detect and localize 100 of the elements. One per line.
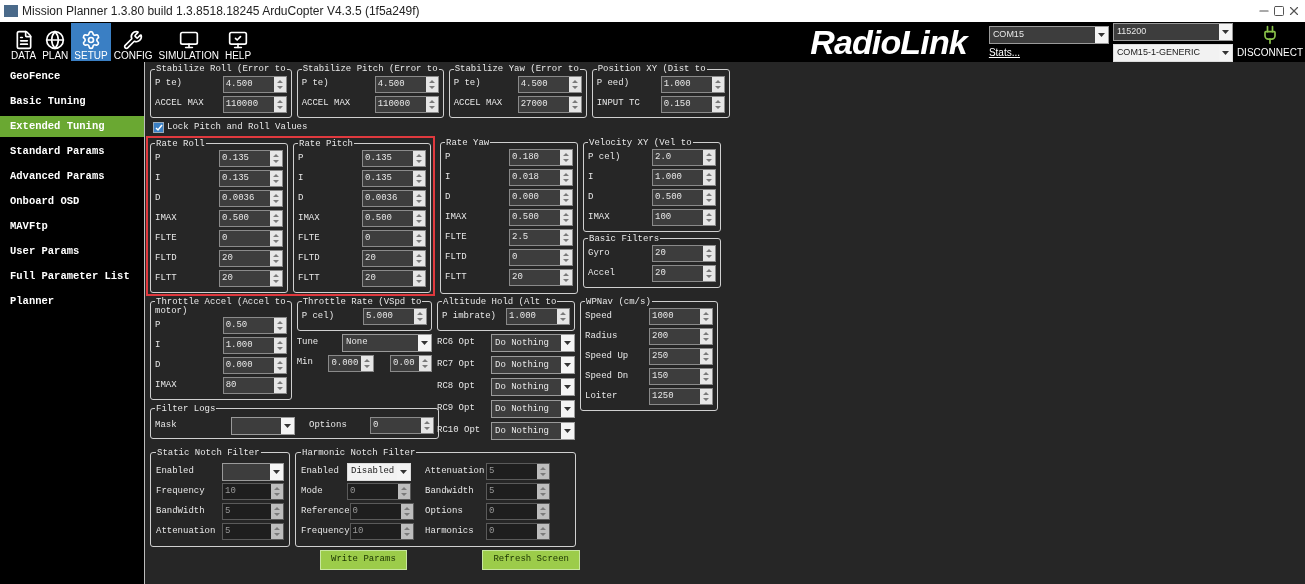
number-field[interactable]: 0.150 [660, 95, 725, 113]
number-field[interactable]: 4.500 [374, 75, 439, 93]
sidebar-item[interactable]: GeoFence [0, 66, 144, 87]
number-field[interactable]: 0.018 [509, 169, 573, 186]
number-field[interactable]: 110000 [374, 95, 439, 113]
number-field[interactable]: 20 [652, 245, 716, 262]
toolbar-tab[interactable]: SIMULATION [155, 23, 222, 61]
disconnect-button[interactable]: DISCONNECT [1236, 24, 1303, 60]
number-field[interactable]: 0 [509, 249, 573, 266]
spin-button[interactable] [425, 96, 438, 112]
number-field[interactable]: 150 [649, 368, 713, 385]
spin-button[interactable] [273, 318, 286, 333]
number-field[interactable]: 5.000 [363, 308, 427, 325]
number-field[interactable]: 0.500 [652, 189, 716, 206]
number-field[interactable]: 20 [219, 250, 283, 267]
dropdown[interactable] [222, 462, 284, 481]
number-field[interactable]: 4.500 [222, 75, 287, 93]
number-field[interactable]: 1250 [649, 388, 713, 405]
action-button[interactable]: Write Params [320, 549, 407, 570]
number-field[interactable]: 0 [370, 417, 434, 434]
number-field[interactable]: 0.500 [509, 209, 573, 226]
number-field[interactable]: 2.0 [652, 149, 716, 166]
number-field[interactable]: 0.135 [362, 170, 426, 187]
spin-button[interactable] [273, 358, 286, 373]
number-field[interactable]: 1.000 [660, 75, 725, 93]
number-field[interactable]: 0.500 [219, 210, 283, 227]
number-field[interactable]: 0.000 [222, 357, 287, 374]
spin-button[interactable] [568, 76, 581, 92]
close-icon[interactable] [1287, 4, 1301, 18]
number-field[interactable]: 0.50 [222, 317, 287, 334]
number-field[interactable]: 200 [649, 328, 713, 345]
number-field[interactable]: 0.000 [328, 354, 375, 372]
toolbar-tab[interactable]: CONFIG [110, 23, 156, 61]
number-field[interactable]: 2.5 [509, 229, 573, 246]
number-field[interactable]: 1.000 [222, 337, 287, 354]
number-field[interactable]: 100 [652, 209, 716, 226]
sidebar-item[interactable]: Planner [0, 291, 144, 312]
action-button[interactable]: Refresh Screen [482, 549, 580, 570]
sidebar-item[interactable]: Advanced Params [0, 166, 144, 187]
field-label: Enabled [156, 464, 194, 478]
spin-button[interactable] [425, 76, 438, 92]
spin-button[interactable] [568, 96, 581, 112]
dropdown[interactable]: Do Nothing [491, 400, 575, 418]
sidebar-item[interactable]: User Params [0, 241, 144, 262]
toolbar-tab[interactable]: HELP [221, 23, 255, 61]
maximize-icon[interactable] [1273, 5, 1285, 17]
dropdown[interactable] [231, 416, 295, 435]
dropdown[interactable]: Do Nothing [491, 422, 575, 440]
number-field[interactable]: 20 [219, 270, 283, 287]
toolbar-tab[interactable]: DATA [8, 23, 40, 61]
dropdown[interactable]: Disabled [347, 462, 411, 481]
caret-icon [564, 385, 571, 389]
number-field[interactable]: 1.000 [652, 169, 716, 186]
caret-icon [400, 469, 408, 474]
caret-icon [421, 340, 428, 345]
number-field[interactable]: 0.135 [219, 170, 283, 187]
sidebar-item[interactable]: MAVFtp [0, 216, 144, 237]
field-label: I [155, 338, 161, 352]
dropdown[interactable]: COM15-1-GENERIC [1112, 43, 1233, 62]
number-field[interactable]: 0.00 [390, 354, 432, 372]
dropdown[interactable]: None [342, 333, 432, 352]
spin-button[interactable] [273, 76, 286, 92]
number-field[interactable]: 0.180 [509, 149, 573, 166]
number-field[interactable]: 20 [652, 265, 716, 282]
sidebar-item[interactable]: Standard Params [0, 141, 144, 162]
stats-link[interactable]: Stats... [988, 46, 1109, 59]
number-field[interactable]: 110000 [222, 95, 287, 113]
spin-button[interactable] [273, 96, 286, 112]
number-field[interactable]: 4.500 [517, 75, 582, 93]
number-field[interactable]: 20 [362, 270, 426, 287]
sidebar-item[interactable]: Basic Tuning [0, 91, 144, 112]
number-field[interactable]: 0.135 [219, 150, 283, 167]
number-field[interactable]: 1.000 [506, 308, 570, 325]
spin-button[interactable] [711, 76, 724, 92]
number-field[interactable]: 80 [222, 377, 287, 394]
number-field[interactable]: 20 [362, 250, 426, 267]
number-field[interactable]: 0.500 [362, 210, 426, 227]
dropdown[interactable]: Do Nothing [491, 356, 575, 374]
number-field[interactable]: 0.135 [362, 150, 426, 167]
spin-button[interactable] [273, 378, 286, 393]
number-field[interactable]: 250 [649, 348, 713, 365]
number-field[interactable]: 1000 [649, 308, 713, 325]
sidebar-item[interactable]: Onboard OSD [0, 191, 144, 212]
toolbar-tab[interactable]: SETUP [71, 23, 111, 61]
dropdown[interactable]: 115200 [1112, 22, 1233, 41]
dropdown[interactable]: COM15 [988, 25, 1109, 44]
checkbox[interactable] [153, 122, 164, 134]
spin-button[interactable] [273, 338, 286, 353]
number-field[interactable]: 0 [362, 230, 426, 247]
number-field[interactable]: 0 [219, 230, 283, 247]
sidebar-item[interactable]: Full Parameter List [0, 266, 144, 287]
spin-button[interactable] [711, 96, 724, 112]
toolbar-tab[interactable]: PLAN [39, 23, 72, 61]
number-field[interactable]: 0.0036 [362, 190, 426, 207]
number-field[interactable]: 0.0036 [219, 190, 283, 207]
number-field[interactable]: 27000 [517, 95, 582, 113]
number-field[interactable]: 0.000 [509, 189, 573, 206]
dropdown[interactable]: Do Nothing [491, 378, 575, 396]
dropdown[interactable]: Do Nothing [491, 334, 575, 352]
number-field[interactable]: 20 [509, 269, 573, 286]
